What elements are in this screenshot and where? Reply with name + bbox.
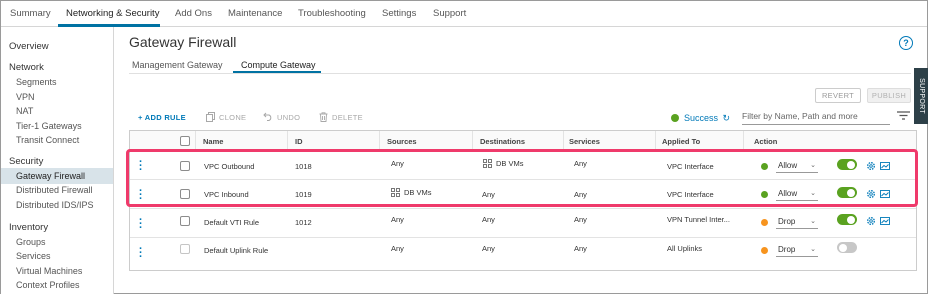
- rule-name[interactable]: Default VTI Rule: [204, 218, 259, 227]
- chevron-down-icon: ⌄: [810, 246, 816, 253]
- help-icon[interactable]: ?: [899, 36, 913, 50]
- column-header-action[interactable]: Action: [754, 137, 777, 146]
- sidebar-item-context-profiles[interactable]: Context Profiles: [16, 280, 80, 290]
- column-separator: [563, 131, 564, 151]
- publish-status: Success ↻: [671, 113, 730, 124]
- rule-id: 1012: [295, 218, 312, 227]
- publish-button[interactable]: PUBLISH: [867, 88, 911, 103]
- chevron-down-icon: ⌄: [810, 218, 816, 225]
- sidebar-item-services[interactable]: Services: [16, 251, 51, 261]
- rule-enabled-toggle[interactable]: [837, 242, 857, 253]
- filter-input[interactable]: [742, 107, 890, 125]
- support-label: SUPPORT: [918, 78, 925, 114]
- active-subtab-indicator: [233, 71, 321, 73]
- column-header-destinations[interactable]: Destinations: [480, 137, 525, 146]
- revert-button[interactable]: REVERT: [815, 88, 861, 103]
- drop-status-icon: [761, 247, 768, 254]
- column-header-applied-to[interactable]: Applied To: [662, 137, 700, 146]
- table-row[interactable]: · · · Default Uplink Rule Any Any Any All …: [130, 239, 916, 267]
- add-rule-button[interactable]: + ADD RULE: [138, 113, 186, 122]
- clone-icon: [206, 112, 215, 124]
- tab-compute-gateway[interactable]: Compute Gateway: [241, 60, 316, 70]
- column-header-services[interactable]: Services: [569, 137, 600, 146]
- column-separator: [379, 131, 380, 151]
- trash-icon: [319, 112, 328, 124]
- rule-applied-to[interactable]: All Uplinks: [667, 244, 702, 253]
- tab-troubleshooting[interactable]: Troubleshooting: [298, 8, 366, 19]
- sidebar-section-security: Security: [9, 156, 44, 167]
- sidebar-item-overview[interactable]: Overview: [9, 41, 49, 52]
- column-header-id[interactable]: ID: [295, 137, 303, 146]
- action-select[interactable]: Drop ⌄: [776, 244, 818, 257]
- highlight-annotation: [126, 149, 918, 207]
- sidebar-item-vpn[interactable]: VPN: [16, 92, 35, 102]
- column-separator: [195, 131, 196, 151]
- column-separator: [287, 131, 288, 151]
- undo-icon: [263, 112, 273, 123]
- sidebar-item-tier1-gateways[interactable]: Tier-1 Gateways: [16, 121, 82, 131]
- sidebar-item-gateway-firewall[interactable]: Gateway Firewall: [16, 171, 85, 181]
- sidebar-item-virtual-machines[interactable]: Virtual Machines: [16, 266, 82, 276]
- column-header-sources[interactable]: Sources: [387, 137, 417, 146]
- gear-icon[interactable]: [866, 216, 876, 226]
- select-all-checkbox[interactable]: [180, 136, 190, 146]
- rule-sources[interactable]: Any: [391, 244, 404, 253]
- success-status-icon: [671, 114, 679, 122]
- sidebar-item-distributed-ids-ips[interactable]: Distributed IDS/IPS: [16, 200, 94, 210]
- rule-enabled-toggle[interactable]: [837, 214, 857, 225]
- table-header: Name ID Sources Destinations Services Ap…: [130, 131, 916, 151]
- row-checkbox[interactable]: [180, 216, 190, 226]
- sidebar-section-network: Network: [9, 62, 44, 73]
- row-menu-kebab-icon[interactable]: · · ·: [139, 215, 143, 234]
- clone-button[interactable]: CLONE: [219, 113, 246, 122]
- support-panel-tab[interactable]: SUPPORT: [914, 68, 928, 124]
- rule-services[interactable]: Any: [574, 244, 587, 253]
- table-row[interactable]: · · · Default VTI Rule 1012 Any Any Any VP…: [130, 210, 916, 238]
- tab-summary[interactable]: Summary: [10, 8, 51, 19]
- sidebar-item-segments[interactable]: Segments: [16, 77, 57, 87]
- undo-button[interactable]: UNDO: [277, 113, 300, 122]
- page-title: Gateway Firewall: [129, 34, 237, 50]
- sidebar: Overview Network Segments VPN NAT Tier-1…: [1, 27, 114, 294]
- rule-destinations[interactable]: Any: [482, 244, 495, 253]
- row-checkbox[interactable]: [180, 244, 190, 254]
- action-value: Drop: [778, 245, 796, 254]
- tab-settings[interactable]: Settings: [382, 8, 416, 19]
- refresh-icon[interactable]: ↻: [723, 113, 731, 123]
- column-separator: [472, 131, 473, 151]
- tab-management-gateway[interactable]: Management Gateway: [132, 60, 223, 70]
- column-separator: [743, 131, 744, 151]
- subtabs-divider: [129, 73, 911, 74]
- status-text: Success: [684, 113, 719, 123]
- tab-maintenance[interactable]: Maintenance: [228, 8, 282, 19]
- column-separator: [655, 131, 656, 151]
- log-icon[interactable]: [880, 216, 890, 226]
- drop-status-icon: [761, 219, 768, 226]
- tab-support[interactable]: Support: [433, 8, 466, 19]
- tab-add-ons[interactable]: Add Ons: [175, 8, 212, 19]
- sidebar-section-inventory: Inventory: [9, 222, 49, 233]
- sidebar-item-transit-connect[interactable]: Transit Connect: [16, 135, 79, 145]
- delete-button[interactable]: DELETE: [332, 113, 363, 122]
- action-select[interactable]: Drop ⌄: [776, 216, 818, 229]
- filter-lines-icon[interactable]: [897, 111, 910, 120]
- row-menu-kebab-icon[interactable]: · · ·: [139, 244, 143, 263]
- action-value: Drop: [778, 217, 796, 226]
- top-navigation: Summary Networking & Security Add Ons Ma…: [1, 1, 927, 27]
- rule-applied-to[interactable]: VPN Tunnel Inter...: [667, 215, 730, 224]
- sidebar-item-distributed-firewall[interactable]: Distributed Firewall: [16, 185, 93, 195]
- sidebar-item-groups[interactable]: Groups: [16, 237, 46, 247]
- tab-networking-security[interactable]: Networking & Security: [66, 8, 159, 19]
- sidebar-item-nat[interactable]: NAT: [16, 106, 33, 116]
- rule-name[interactable]: Default Uplink Rule: [204, 246, 268, 255]
- rule-services[interactable]: Any: [574, 215, 587, 224]
- rule-destinations[interactable]: Any: [482, 215, 495, 224]
- column-header-name[interactable]: Name: [203, 137, 223, 146]
- rule-sources[interactable]: Any: [391, 215, 404, 224]
